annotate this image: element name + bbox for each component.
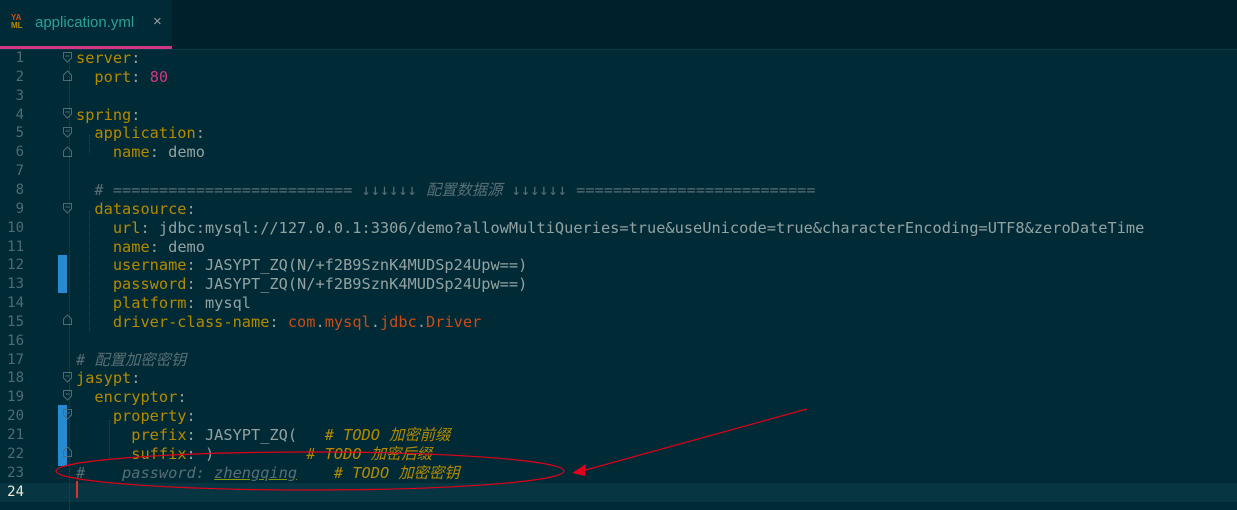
annotation-ellipse (55, 451, 565, 491)
annotation-arrow (581, 408, 808, 472)
annotation-overlay (55, 408, 808, 491)
annotation-arrowhead (572, 464, 586, 476)
